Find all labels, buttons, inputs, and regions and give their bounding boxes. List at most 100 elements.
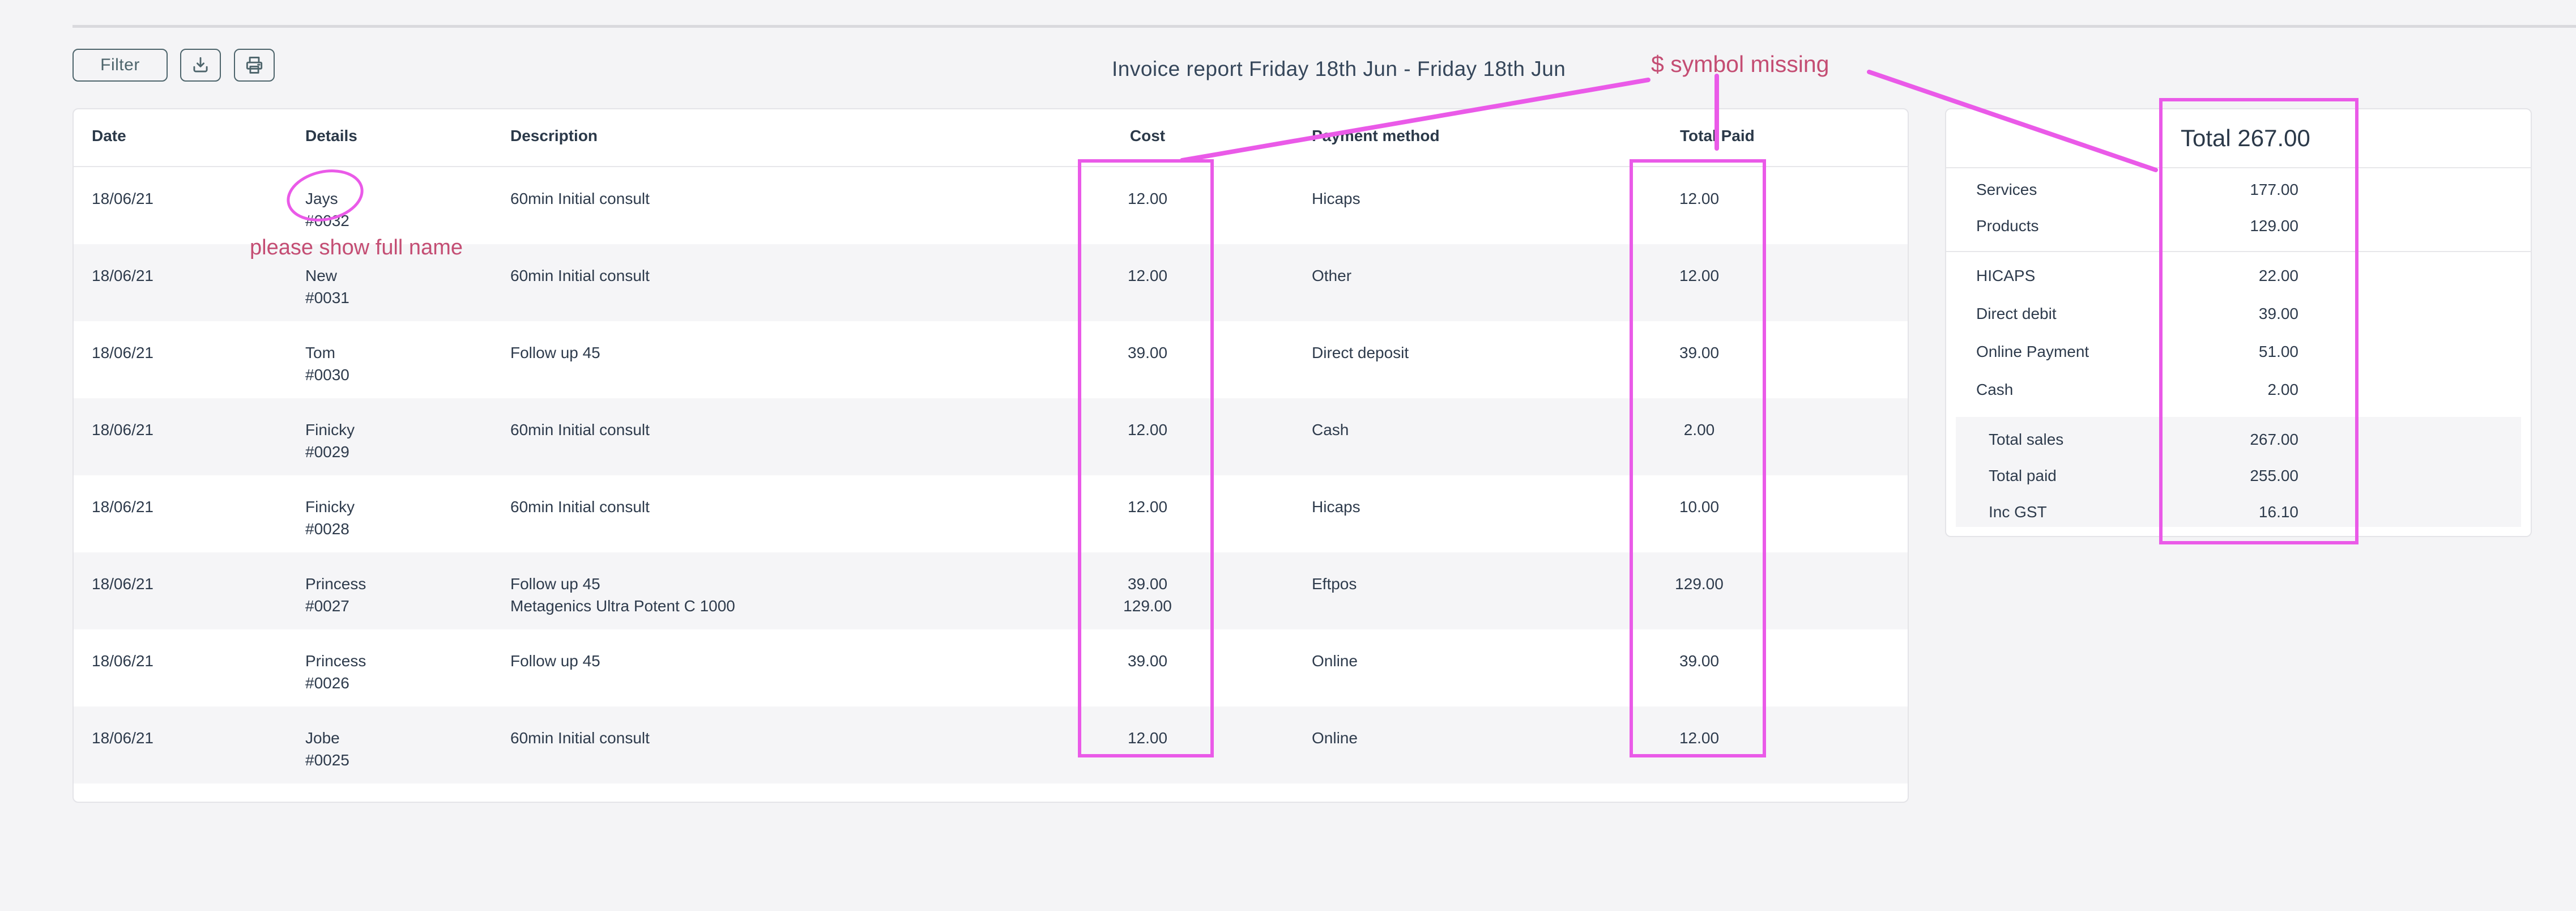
invoice-number: #0029 [305,441,355,463]
cell-payment: Direct deposit [1312,342,1409,364]
summary-label: Total sales [1989,431,2063,449]
cell-date: 18/06/21 [92,188,153,210]
cell-payment: Hicaps [1312,496,1360,518]
cell-date: 18/06/21 [92,496,153,518]
cell-payment: Eftpos [1312,573,1357,595]
cell-description: 60min Initial consult [510,727,650,749]
invoice-date: 18/06/21 [92,496,153,518]
cell-details: New#0031 [305,265,349,309]
summary-label: Services [1976,181,2037,199]
patient-name: Tom [305,342,349,364]
invoice-report-page: { "page": { "title": "Invoice report Fri… [0,0,2576,911]
cell-details: Jays#0032 [305,188,349,232]
summary-label: Inc GST [1989,503,2047,521]
payment-method: Eftpos [1312,573,1357,595]
invoice-date: 18/06/21 [92,573,153,595]
description-line: 60min Initial consult [510,727,650,749]
summary-label: Total paid [1989,467,2057,485]
filter-button[interactable]: Filter [72,49,168,82]
invoice-number: #0027 [305,595,366,617]
print-icon [244,54,265,76]
cell-date: 18/06/21 [92,419,153,441]
column-header-payment: Payment method [1312,125,1440,147]
invoice-number: #0031 [305,287,349,309]
annotation-dollar-missing: $ symbol missing [1651,51,1829,78]
invoice-number: #0026 [305,672,366,694]
invoice-number: #0028 [305,518,355,540]
download-icon [190,54,211,76]
invoice-date: 18/06/21 [92,265,153,287]
summary-label: Direct debit [1976,305,2057,323]
patient-name: Jays [305,188,349,210]
column-header-details: Details [305,125,357,147]
invoice-date: 18/06/21 [92,727,153,749]
patient-name: Finicky [305,496,355,518]
cell-details: Princess#0026 [305,650,366,694]
payment-method: Online [1312,650,1358,672]
cell-payment: Online [1312,650,1358,672]
patient-name: New [305,265,349,287]
invoice-date: 18/06/21 [92,650,153,672]
invoice-date: 18/06/21 [92,342,153,364]
cell-description: 60min Initial consult [510,419,650,441]
invoice-date: 18/06/21 [92,188,153,210]
payment-method: Hicaps [1312,496,1360,518]
payment-method: Online [1312,727,1358,749]
cell-details: Tom#0030 [305,342,349,386]
cell-date: 18/06/21 [92,650,153,672]
top-divider [72,25,2576,28]
cell-description: 60min Initial consult [510,188,650,210]
print-button[interactable] [234,49,275,82]
description-line: Follow up 45 [510,342,600,364]
description-line: 60min Initial consult [510,496,650,518]
annotation-box-total-paid-column [1630,159,1766,757]
description-line: Follow up 45 [510,573,735,595]
page-title: Invoice report Friday 18th Jun - Friday … [1112,57,1566,81]
column-header-cost: Cost [1034,125,1261,147]
patient-name: Finicky [305,419,355,441]
invoice-number: #0030 [305,364,349,386]
annotation-box-cost-column [1078,159,1214,757]
cell-description: 60min Initial consult [510,265,650,287]
description-line: 60min Initial consult [510,188,650,210]
invoice-number: #0025 [305,749,349,771]
cell-details: Finicky#0029 [305,419,355,463]
summary-label: Online Payment [1976,343,2089,361]
cell-payment: Hicaps [1312,188,1360,210]
description-line: Follow up 45 [510,650,600,672]
annotation-show-full-name: please show full name [250,236,463,260]
column-header-date: Date [92,125,126,147]
patient-name: Jobe [305,727,349,749]
invoice-date: 18/06/21 [92,419,153,441]
payment-method: Other [1312,265,1351,287]
cell-description: Follow up 45Metagenics Ultra Potent C 10… [510,573,735,617]
patient-name: Princess [305,650,366,672]
cell-payment: Online [1312,727,1358,749]
description-line: 60min Initial consult [510,265,650,287]
payment-method: Cash [1312,419,1349,441]
cell-description: 60min Initial consult [510,496,650,518]
summary-label: Products [1976,217,2039,235]
column-header-description: Description [510,125,598,147]
cell-details: Jobe#0025 [305,727,349,771]
cell-date: 18/06/21 [92,342,153,364]
cell-details: Princess#0027 [305,573,366,617]
table-header-row: Date Details Description Cost Payment me… [74,109,1908,167]
payment-method: Hicaps [1312,188,1360,210]
cell-date: 18/06/21 [92,727,153,749]
cell-description: Follow up 45 [510,650,600,672]
invoice-number: #0032 [305,210,349,232]
cell-payment: Other [1312,265,1351,287]
annotation-box-summary-total [2159,98,2359,544]
cell-payment: Cash [1312,419,1349,441]
download-button[interactable] [180,49,221,82]
column-header-total-paid: Total Paid [1680,125,1755,147]
cell-description: Follow up 45 [510,342,600,364]
payment-method: Direct deposit [1312,342,1409,364]
patient-name: Princess [305,573,366,595]
summary-label: Cash [1976,381,2013,399]
cell-date: 18/06/21 [92,573,153,595]
cell-date: 18/06/21 [92,265,153,287]
description-line: 60min Initial consult [510,419,650,441]
summary-label: HICAPS [1976,267,2035,285]
